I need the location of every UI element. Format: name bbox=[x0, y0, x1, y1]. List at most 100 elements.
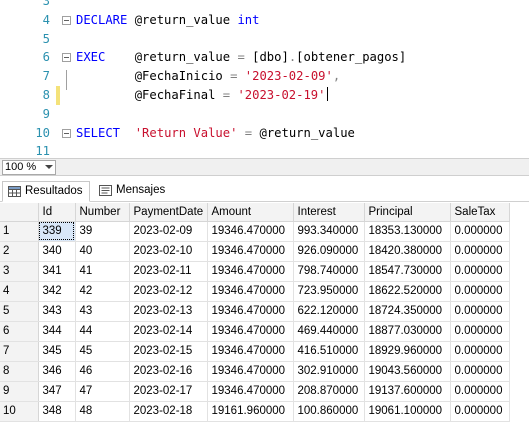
collapse-icon[interactable] bbox=[62, 15, 71, 25]
table-cell[interactable]: 19346.470000 bbox=[207, 361, 294, 382]
table-cell[interactable]: 723.950000 bbox=[293, 281, 365, 302]
table-row[interactable]: 6 344 44 2023-02-14 19346.470000 469.440000 18… bbox=[0, 321, 510, 342]
table-cell[interactable]: 0.000000 bbox=[450, 281, 510, 302]
table-cell[interactable]: 2023-02-09 bbox=[129, 221, 208, 242]
table-cell[interactable]: 18724.350000 bbox=[364, 301, 451, 322]
column-header[interactable]: Interest bbox=[293, 203, 365, 222]
table-cell[interactable]: 18929.960000 bbox=[364, 341, 451, 362]
column-header[interactable]: Number bbox=[75, 203, 130, 222]
code-line[interactable]: 11 bbox=[0, 142, 529, 158]
row-number[interactable]: 6 bbox=[0, 321, 39, 342]
code-line[interactable]: 9 bbox=[0, 105, 529, 124]
table-cell[interactable]: 100.860000 bbox=[293, 401, 365, 422]
table-cell[interactable]: 340 bbox=[38, 241, 76, 262]
table-cell[interactable]: 18877.030000 bbox=[364, 321, 451, 342]
table-cell[interactable]: 48 bbox=[75, 401, 130, 422]
table-cell[interactable]: 208.870000 bbox=[293, 381, 365, 402]
row-number[interactable]: 4 bbox=[0, 281, 39, 302]
row-number[interactable]: 9 bbox=[0, 381, 39, 402]
table-cell[interactable]: 19161.960000 bbox=[207, 401, 294, 422]
table-cell[interactable]: 19346.470000 bbox=[207, 241, 294, 262]
row-number[interactable]: 3 bbox=[0, 261, 39, 282]
sql-editor[interactable]: 3 4 DECLARE @return_value int 5 6 EXEC @retur… bbox=[0, 0, 529, 158]
table-cell[interactable]: 622.120000 bbox=[293, 301, 365, 322]
table-cell[interactable]: 18622.520000 bbox=[364, 281, 451, 302]
table-row[interactable]: 9 347 47 2023-02-17 19346.470000 208.870000 19… bbox=[0, 381, 510, 402]
table-cell[interactable]: 19346.470000 bbox=[207, 221, 294, 242]
code-line[interactable]: 10 SELECT 'Return Value' = @return_value bbox=[0, 124, 529, 143]
table-cell[interactable]: 2023-02-12 bbox=[129, 281, 208, 302]
row-number[interactable]: 5 bbox=[0, 301, 39, 322]
table-cell[interactable]: 19346.470000 bbox=[207, 381, 294, 402]
table-cell[interactable]: 46 bbox=[75, 361, 130, 382]
table-cell[interactable]: 41 bbox=[75, 261, 130, 282]
table-cell[interactable]: 19346.470000 bbox=[207, 341, 294, 362]
table-cell[interactable]: 40 bbox=[75, 241, 130, 262]
row-number[interactable]: 7 bbox=[0, 341, 39, 362]
table-cell[interactable]: 0.000000 bbox=[450, 361, 510, 382]
table-cell[interactable]: 0.000000 bbox=[450, 221, 510, 242]
column-header[interactable]: PaymentDate bbox=[129, 203, 208, 222]
table-row[interactable]: 7 345 45 2023-02-15 19346.470000 416.510000 18… bbox=[0, 341, 510, 362]
table-cell[interactable]: 19346.470000 bbox=[207, 281, 294, 302]
table-cell[interactable]: 0.000000 bbox=[450, 341, 510, 362]
table-cell[interactable]: 19346.470000 bbox=[207, 321, 294, 342]
table-row[interactable]: 2 340 40 2023-02-10 19346.470000 926.090000 18… bbox=[0, 241, 510, 262]
column-header[interactable]: Id bbox=[38, 203, 76, 222]
column-header[interactable]: Amount bbox=[207, 203, 294, 222]
row-number[interactable]: 1 bbox=[0, 221, 39, 242]
code-line[interactable]: 6 EXEC @return_value = [dbo].[obtener_pag… bbox=[0, 48, 529, 67]
chevron-down-icon[interactable] bbox=[45, 165, 53, 169]
table-cell[interactable]: 39 bbox=[75, 221, 130, 242]
table-cell[interactable]: 798.740000 bbox=[293, 261, 365, 282]
table-cell[interactable]: 342 bbox=[38, 281, 76, 302]
table-cell[interactable]: 2023-02-18 bbox=[129, 401, 208, 422]
zoom-select[interactable]: 100 % bbox=[2, 160, 56, 175]
table-cell[interactable]: 347 bbox=[38, 381, 76, 402]
table-cell[interactable]: 2023-02-17 bbox=[129, 381, 208, 402]
table-cell[interactable]: 341 bbox=[38, 261, 76, 282]
table-cell[interactable]: 45 bbox=[75, 341, 130, 362]
table-cell[interactable]: 19137.600000 bbox=[364, 381, 451, 402]
code-line[interactable]: 8 @FechaFinal = '2023-02-19' bbox=[0, 86, 529, 105]
collapse-icon[interactable] bbox=[62, 128, 71, 138]
code-line[interactable]: 5 bbox=[0, 30, 529, 49]
table-cell[interactable]: 2023-02-15 bbox=[129, 341, 208, 362]
collapse-icon[interactable] bbox=[62, 53, 71, 63]
table-cell[interactable]: 2023-02-14 bbox=[129, 321, 208, 342]
table-cell[interactable]: 0.000000 bbox=[450, 261, 510, 282]
table-cell[interactable]: 18420.380000 bbox=[364, 241, 451, 262]
table-cell[interactable]: 2023-02-13 bbox=[129, 301, 208, 322]
table-cell[interactable]: 0.000000 bbox=[450, 401, 510, 422]
table-cell[interactable]: 2023-02-11 bbox=[129, 261, 208, 282]
table-cell[interactable]: 19043.560000 bbox=[364, 361, 451, 382]
table-row[interactable]: 3 341 41 2023-02-11 19346.470000 798.740000 18… bbox=[0, 261, 510, 282]
column-header[interactable]: SaleTax bbox=[450, 203, 510, 222]
table-cell[interactable]: 19346.470000 bbox=[207, 261, 294, 282]
table-row[interactable]: 1 339 39 2023-02-09 19346.470000 993.340000 18… bbox=[0, 221, 510, 242]
table-cell[interactable]: 343 bbox=[38, 301, 76, 322]
row-number[interactable]: 10 bbox=[0, 401, 39, 422]
tab-results[interactable]: Resultados bbox=[2, 181, 90, 202]
results-grid[interactable]: Id Number PaymentDate Amount Interest Princip… bbox=[0, 203, 529, 427]
table-cell[interactable]: 43 bbox=[75, 301, 130, 322]
row-number[interactable]: 2 bbox=[0, 241, 39, 262]
table-cell[interactable]: 346 bbox=[38, 361, 76, 382]
table-cell[interactable]: 18353.130000 bbox=[364, 221, 451, 242]
column-header[interactable]: Principal bbox=[364, 203, 451, 222]
corner-cell[interactable] bbox=[0, 203, 39, 222]
table-cell[interactable]: 344 bbox=[38, 321, 76, 342]
table-cell[interactable]: 0.000000 bbox=[450, 241, 510, 262]
table-row[interactable]: 10 348 48 2023-02-18 19161.960000 100.860000 1… bbox=[0, 401, 510, 422]
table-cell[interactable]: 47 bbox=[75, 381, 130, 402]
table-cell[interactable]: 469.440000 bbox=[293, 321, 365, 342]
table-cell[interactable]: 19061.100000 bbox=[364, 401, 451, 422]
table-cell[interactable]: 44 bbox=[75, 321, 130, 342]
table-cell[interactable]: 2023-02-10 bbox=[129, 241, 208, 262]
table-cell[interactable]: 302.910000 bbox=[293, 361, 365, 382]
table-cell[interactable]: 339 bbox=[38, 221, 76, 242]
table-cell[interactable]: 18547.730000 bbox=[364, 261, 451, 282]
table-cell[interactable]: 348 bbox=[38, 401, 76, 422]
table-row[interactable]: 8 346 46 2023-02-16 19346.470000 302.910000 19… bbox=[0, 361, 510, 382]
table-cell[interactable]: 926.090000 bbox=[293, 241, 365, 262]
